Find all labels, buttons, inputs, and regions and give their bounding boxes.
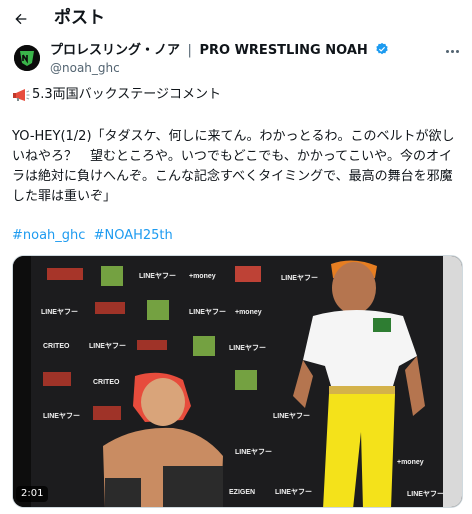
post-body: YO-HEY(1/2)「タダスケ、何しに来てん。わかっとるわ。このベルトが欲しい… bbox=[12, 129, 455, 204]
hashtag-list: #noah_ghc #NOAH25th bbox=[12, 228, 177, 244]
backdrop-logo: EZIGEN bbox=[229, 489, 255, 496]
backdrop-logo: LINEヤフー bbox=[273, 412, 310, 420]
backdrop-logo: CRITEO bbox=[93, 379, 120, 386]
name-separator: | bbox=[187, 43, 192, 58]
arrow-left-icon bbox=[15, 13, 27, 25]
author-name-line[interactable]: プロレスリング・ノア | PRO WRESTLING NOAH bbox=[50, 42, 389, 59]
backdrop-logo: LINEヤフー bbox=[43, 412, 80, 420]
backdrop-logo: +money bbox=[235, 309, 262, 316]
hashtag-link[interactable]: #NOAH25th bbox=[94, 228, 173, 243]
noah-logo-icon bbox=[14, 45, 40, 71]
backdrop-logo: +money bbox=[189, 273, 216, 280]
post-headline-row: 5.3両国バックステージコメント bbox=[12, 87, 221, 103]
author-org-name[interactable]: PRO WRESTLING NOAH bbox=[199, 43, 367, 58]
more-dot-icon bbox=[456, 49, 459, 53]
more-dot-icon bbox=[451, 49, 454, 53]
backdrop-logo: LINEヤフー bbox=[89, 342, 126, 350]
backdrop-logo: LINEヤフー bbox=[41, 308, 78, 316]
hashtag-link[interactable]: #noah_ghc bbox=[12, 228, 85, 243]
more-options-button[interactable] bbox=[446, 45, 464, 57]
author-handle[interactable]: @noah_ghc bbox=[50, 61, 120, 75]
more-dot-icon bbox=[446, 49, 449, 53]
megaphone-icon bbox=[13, 89, 30, 101]
page-title: ポスト bbox=[54, 8, 105, 28]
backdrop-logo: LINEヤフー bbox=[229, 344, 266, 352]
avatar[interactable] bbox=[14, 45, 40, 71]
backdrop-logo: LINEヤフー bbox=[407, 490, 444, 498]
post-headline: 5.3両国バックステージコメント bbox=[32, 87, 222, 102]
backdrop-logo: +money bbox=[397, 459, 424, 466]
back-button[interactable] bbox=[8, 6, 34, 32]
backdrop-logo: LINEヤフー bbox=[189, 308, 226, 316]
backdrop-logo: CRITEO bbox=[43, 343, 70, 350]
video-frame: LINEヤフー +money LINEヤフー LINEヤフー LINEヤフー +… bbox=[13, 256, 462, 507]
backdrop-logo: LINEヤフー bbox=[235, 448, 272, 456]
video-player[interactable]: LINEヤフー +money LINEヤフー LINEヤフー LINEヤフー +… bbox=[12, 255, 463, 508]
backdrop-logo: LINEヤフー bbox=[139, 272, 176, 280]
verified-badge-icon bbox=[376, 42, 388, 55]
author-display-name[interactable]: プロレスリング・ノア bbox=[50, 43, 180, 58]
video-duration-badge: 2:01 bbox=[16, 486, 49, 502]
top-bar: ポスト bbox=[0, 0, 472, 38]
backdrop-logo: LINEヤフー bbox=[275, 488, 312, 496]
backdrop-logo: LINEヤフー bbox=[281, 274, 318, 282]
